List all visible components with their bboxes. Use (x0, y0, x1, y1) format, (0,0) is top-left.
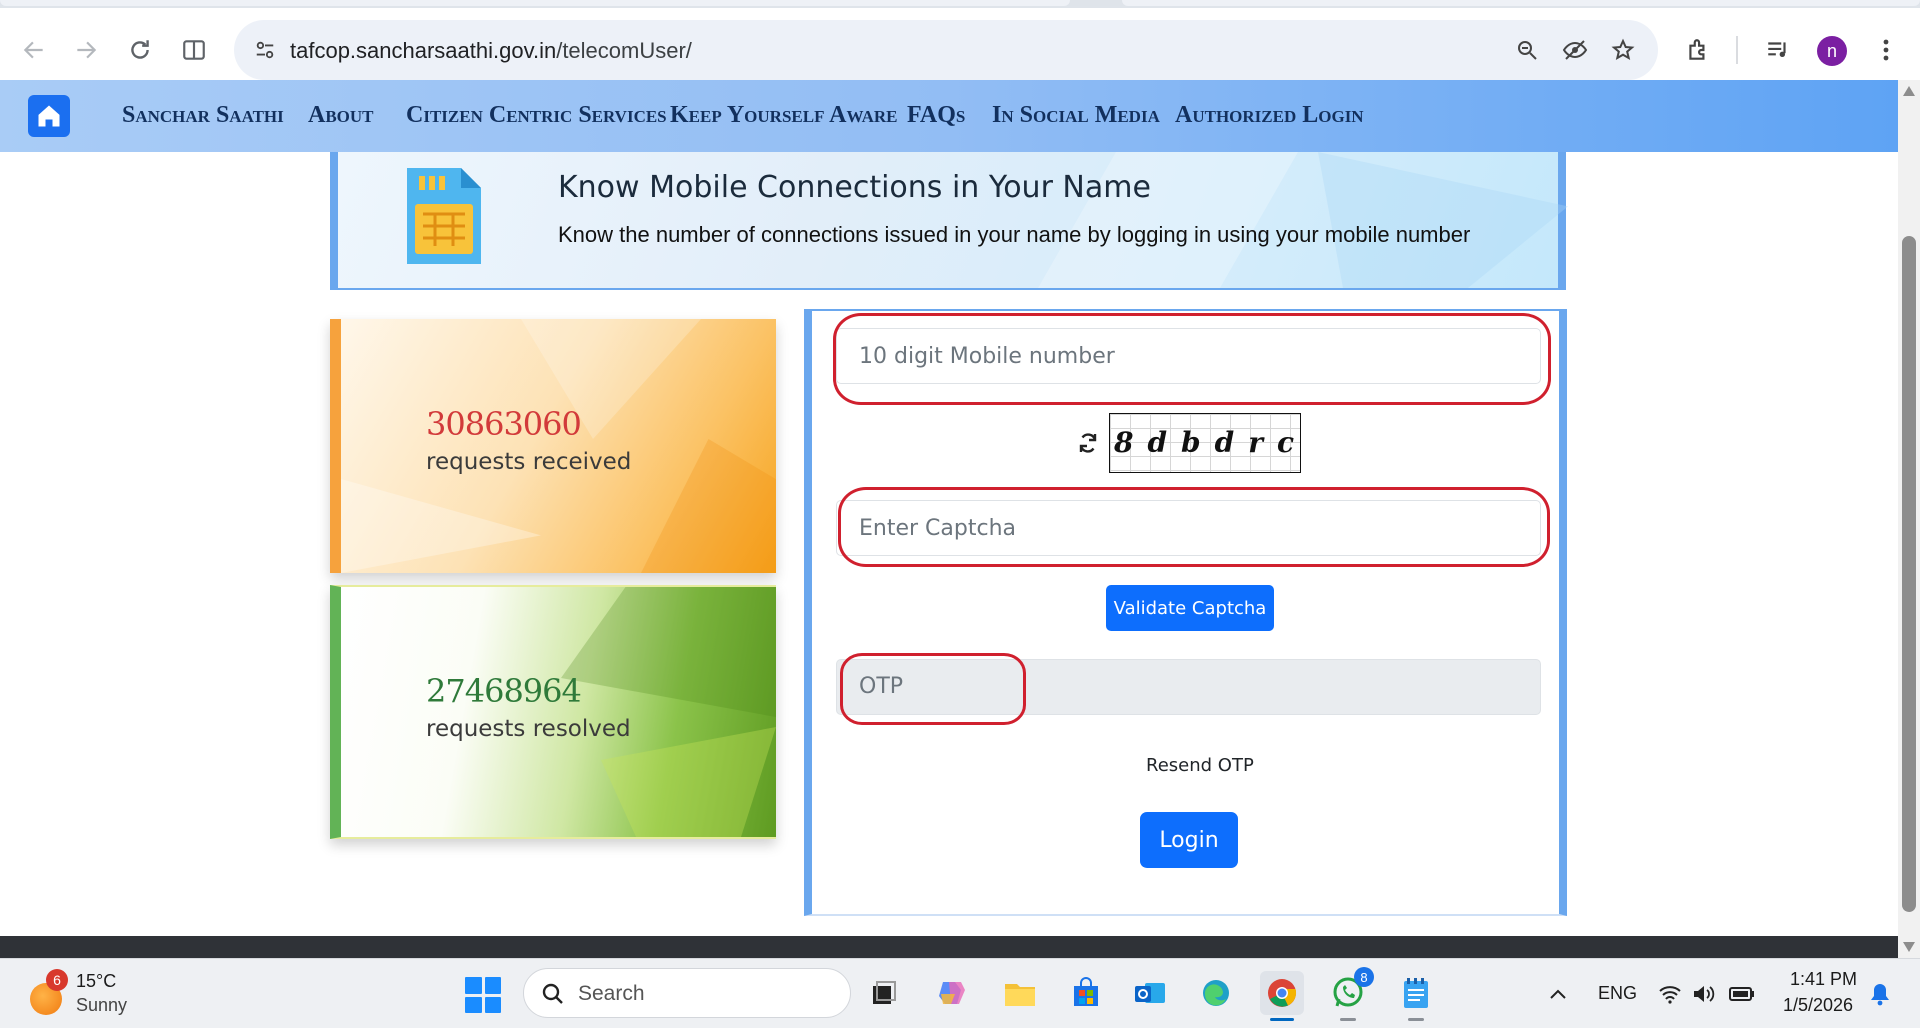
url-text[interactable]: tafcop.sancharsaathi.gov.in/telecomUser/ (290, 38, 692, 64)
site-footer (0, 936, 1898, 958)
windows-start-icon[interactable] (465, 977, 501, 1013)
site-navbar: Sanchar Saathi About Citizen Centric Ser… (0, 80, 1898, 152)
sim-card-icon (407, 168, 481, 264)
banner-decoration (1318, 152, 1568, 288)
requests-received-card: 30863060 requests received (330, 319, 776, 573)
chevron-up-icon[interactable] (1544, 981, 1572, 1007)
validate-captcha-button[interactable]: Validate Captcha (1106, 585, 1274, 631)
outlook-icon[interactable] (1128, 971, 1172, 1015)
card-decoration (341, 479, 541, 573)
scroll-down-arrow[interactable] (1903, 942, 1915, 952)
received-count: 30863060 (426, 405, 582, 443)
browser-toolbar: tafcop.sancharsaathi.gov.in/telecomUser/… (0, 8, 1920, 80)
notification-bell-icon[interactable] (1866, 981, 1894, 1007)
taskbar-search[interactable]: Search (523, 968, 851, 1018)
browser-tab[interactable] (1122, 0, 1920, 6)
file-explorer-icon[interactable] (998, 971, 1042, 1015)
resolved-label: requests resolved (426, 716, 631, 742)
received-label: requests received (426, 449, 632, 475)
running-app-indicator (1340, 1018, 1356, 1021)
captcha-input[interactable] (836, 500, 1541, 556)
split-view-icon[interactable] (172, 28, 216, 72)
nav-sanchar-saathi[interactable]: Sanchar Saathi (122, 102, 284, 129)
resolved-count: 27468964 (426, 672, 582, 710)
resend-otp-link[interactable]: Resend OTP (1146, 755, 1254, 776)
banner-title: Know Mobile Connections in Your Name (558, 170, 1151, 205)
tracking-protection-icon[interactable] (1558, 33, 1592, 67)
scroll-up-arrow[interactable] (1903, 86, 1915, 96)
url-domain: tafcop.sancharsaathi.gov.in (290, 38, 557, 63)
browser-tab[interactable] (0, 0, 1070, 6)
nav-citizen-centric-services[interactable]: Citizen Centric Services (406, 102, 667, 129)
windows-taskbar: 6 15°C Sunny Search 8 ENG 1:41 PM 1/5/20… (0, 958, 1920, 1028)
whatsapp-icon[interactable]: 8 (1326, 967, 1374, 1021)
banner-subtitle: Know the number of connections issued in… (558, 222, 1471, 247)
page-scrollbar[interactable] (1898, 80, 1920, 958)
search-placeholder: Search (578, 982, 645, 1005)
tab-strip (0, 0, 1920, 8)
card-decoration (641, 439, 776, 573)
toolbar-divider (1736, 36, 1738, 64)
forward-icon[interactable] (64, 28, 108, 72)
url-path: /telecomUser/ (556, 38, 692, 63)
battery-icon[interactable] (1728, 981, 1756, 1007)
otp-field[interactable]: OTP (836, 659, 1541, 715)
volume-icon[interactable] (1690, 981, 1718, 1007)
mobile-number-input[interactable] (836, 328, 1541, 384)
task-view-icon[interactable] (862, 971, 906, 1015)
back-icon[interactable] (12, 28, 56, 72)
media-control-icon[interactable] (1756, 28, 1800, 72)
card-decoration (561, 587, 776, 717)
service-banner: Know Mobile Connections in Your Name Kno… (330, 152, 1568, 290)
active-app-indicator (1270, 1018, 1294, 1021)
language-indicator[interactable]: ENG (1598, 983, 1637, 1004)
nav-about[interactable]: About (308, 102, 374, 129)
requests-resolved-card: 27468964 requests resolved (330, 585, 776, 839)
card-decoration (601, 727, 776, 837)
otp-label: OTP (859, 674, 904, 699)
scroll-thumb[interactable] (1902, 236, 1916, 912)
zoom-icon[interactable] (1510, 33, 1544, 67)
refresh-captcha-icon[interactable] (1074, 429, 1102, 457)
copilot-icon[interactable] (930, 971, 974, 1015)
weather-badge: 6 (46, 969, 68, 991)
site-info-icon[interactable] (248, 33, 282, 67)
login-button[interactable]: Login (1140, 812, 1238, 868)
clock-date[interactable]: 1/5/2026 (1783, 995, 1853, 1016)
nav-faqs[interactable]: FAQs (907, 102, 965, 129)
running-app-indicator (1408, 1018, 1424, 1021)
bookmark-star-icon[interactable] (1606, 33, 1640, 67)
extensions-icon[interactable] (1676, 28, 1720, 72)
weather-temperature[interactable]: 15°C (76, 971, 116, 992)
nav-keep-yourself-aware[interactable]: Keep Yourself Aware (670, 102, 897, 129)
captcha-text: 8dbdrc (1114, 426, 1301, 459)
weather-condition[interactable]: Sunny (76, 995, 127, 1016)
whatsapp-badge: 8 (1354, 967, 1374, 987)
home-icon (38, 105, 60, 127)
search-icon (540, 981, 566, 1007)
address-bar[interactable]: tafcop.sancharsaathi.gov.in/telecomUser/ (234, 20, 1658, 80)
microsoft-store-icon[interactable] (1064, 971, 1108, 1015)
notepad-icon[interactable] (1394, 971, 1438, 1021)
captcha-image: 8dbdrc (1109, 413, 1301, 473)
login-form: 8dbdrc Validate Captcha OTP Resend OTP L… (804, 309, 1567, 916)
nav-authorized-login[interactable]: Authorized Login (1175, 102, 1364, 129)
nav-in-social-media[interactable]: In Social Media (992, 102, 1160, 129)
clock-time[interactable]: 1:41 PM (1790, 969, 1857, 990)
edge-icon[interactable] (1194, 971, 1238, 1015)
profile-avatar[interactable]: n (1817, 36, 1847, 66)
kebab-menu-icon[interactable] (1864, 28, 1908, 72)
reload-icon[interactable] (118, 28, 162, 72)
wifi-icon[interactable] (1656, 981, 1684, 1007)
chrome-icon[interactable] (1260, 971, 1304, 1021)
home-button[interactable] (28, 95, 70, 137)
